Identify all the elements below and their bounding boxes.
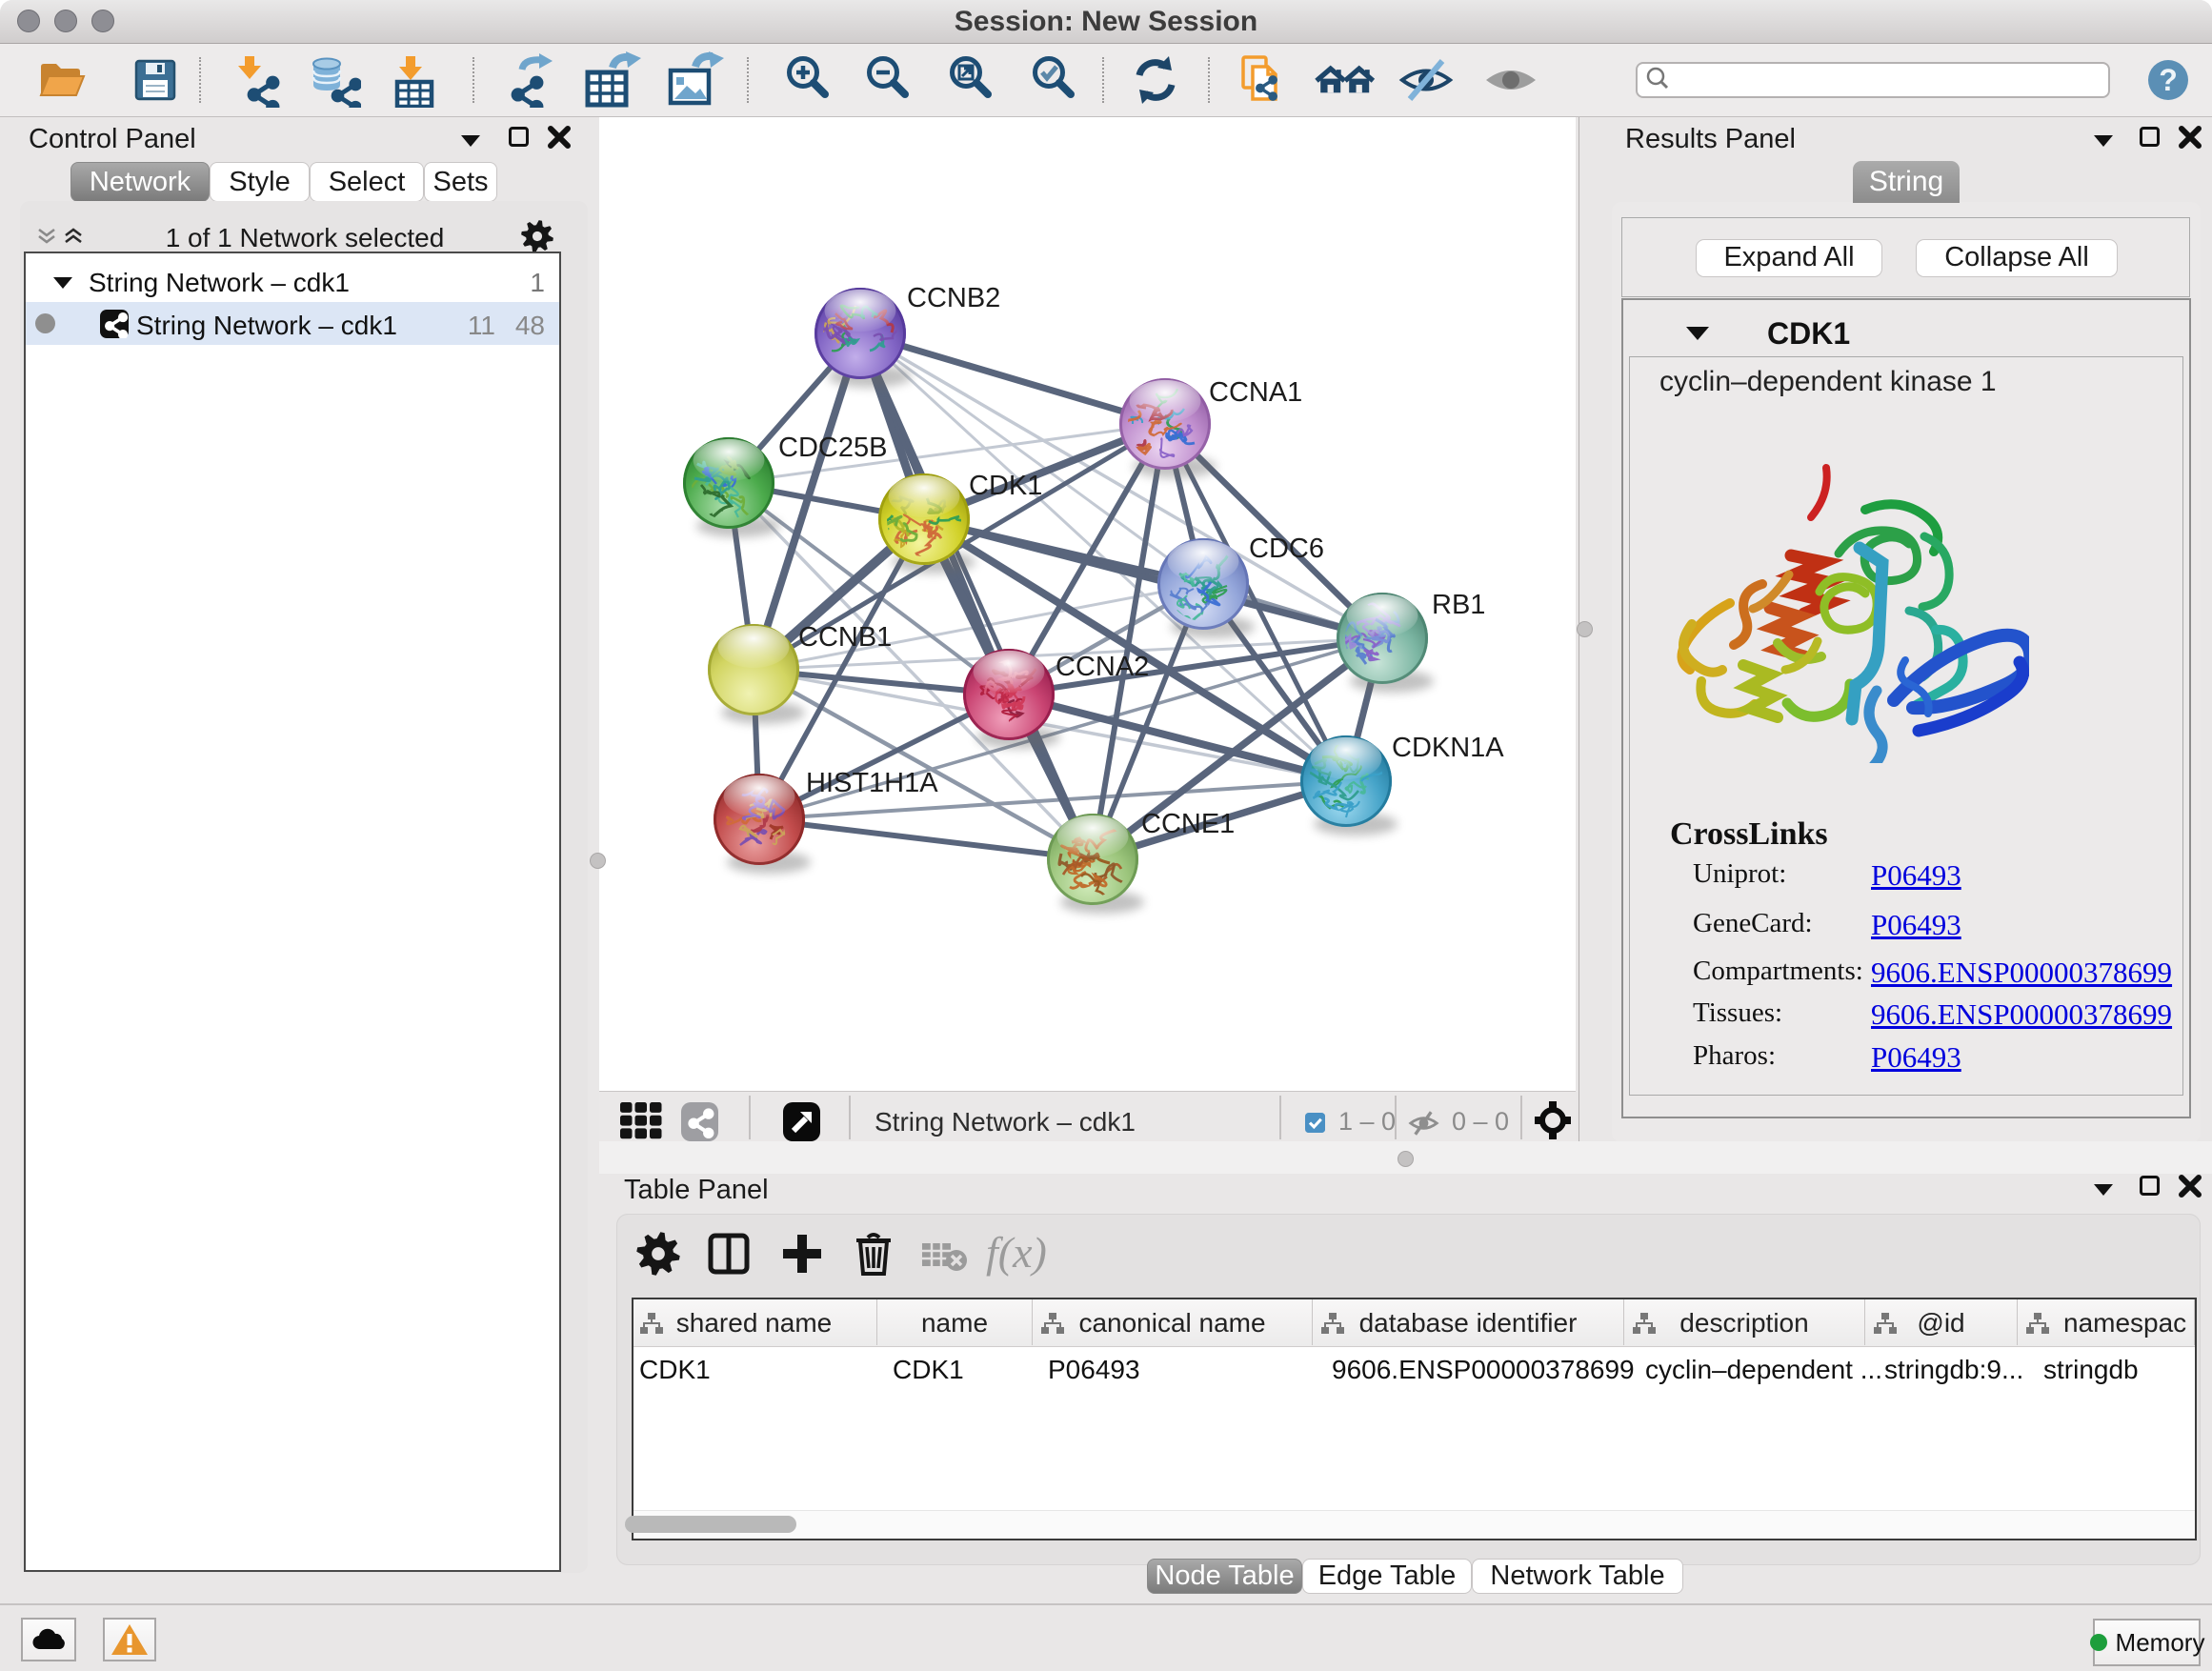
svg-text:CDC6: CDC6 xyxy=(1249,534,1324,564)
svg-text:CCNA2: CCNA2 xyxy=(1056,652,1149,682)
svg-text:CDKN1A: CDKN1A xyxy=(1392,733,1504,763)
svg-text:CDK1: CDK1 xyxy=(969,471,1042,501)
svg-text:CCNE1: CCNE1 xyxy=(1141,809,1235,839)
svg-text:CDC25B: CDC25B xyxy=(778,433,887,463)
svg-text:RB1: RB1 xyxy=(1432,590,1485,620)
svg-text:CCNB1: CCNB1 xyxy=(798,622,892,653)
svg-text:?: ? xyxy=(2159,63,2178,97)
svg-text:CCNA1: CCNA1 xyxy=(1209,377,1302,408)
svg-text:HIST1H1A: HIST1H1A xyxy=(806,768,938,798)
svg-text:CCNB2: CCNB2 xyxy=(907,283,1000,313)
